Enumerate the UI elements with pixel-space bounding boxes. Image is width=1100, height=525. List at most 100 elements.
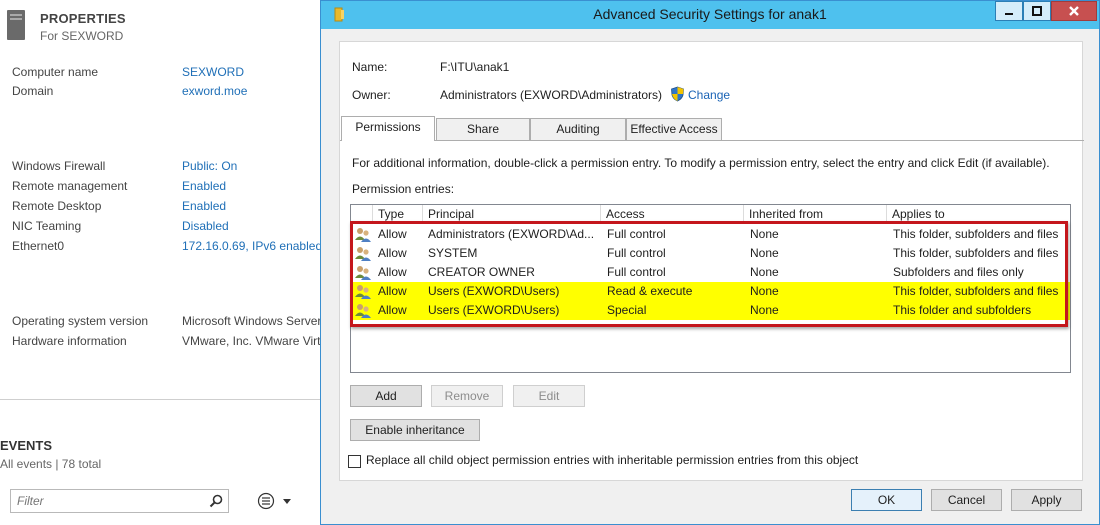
entry-applies-to: This folder, subfolders and files	[893, 227, 1059, 241]
entry-access: Special	[607, 303, 647, 317]
cancel-button[interactable]: Cancel	[931, 489, 1002, 511]
title-bar[interactable]: Advanced Security Settings for anak1	[321, 1, 1099, 29]
users-icon	[355, 228, 371, 242]
entry-access: Full control	[607, 265, 666, 279]
advanced-security-dialog: Advanced Security Settings for anak1 Nam…	[320, 0, 1100, 525]
dialog-title: Advanced Security Settings for anak1	[593, 6, 827, 22]
column-header-type[interactable]: Type	[373, 205, 423, 224]
edit-button[interactable]: Edit	[513, 385, 585, 407]
prop-key: NIC Teaming	[12, 219, 82, 233]
name-label: Name:	[352, 60, 388, 74]
column-header-icon	[351, 205, 373, 224]
entry-inherited-from: None	[750, 284, 779, 298]
prop-value-link[interactable]: Enabled	[182, 199, 226, 213]
close-icon	[1069, 6, 1079, 16]
tab-effective-access[interactable]: Effective Access	[626, 118, 722, 140]
prop-value-link[interactable]: 172.16.0.69, IPv6 enabled	[182, 239, 322, 253]
add-button[interactable]: Add	[350, 385, 422, 407]
column-header-applies-to[interactable]: Applies to	[887, 205, 1070, 224]
filter-input[interactable]	[11, 490, 201, 512]
entry-type: Allow	[378, 227, 407, 241]
entry-type: Allow	[378, 303, 407, 317]
apply-button[interactable]: Apply	[1011, 489, 1082, 511]
info-text: For additional information, double-click…	[352, 156, 1050, 170]
prop-value-link[interactable]: SEXWORD	[182, 65, 244, 79]
permission-entry-row-highlighted[interactable]: Allow Users (EXWORD\Users) Read & execut…	[351, 282, 1070, 301]
tab-share[interactable]: Share	[436, 118, 530, 140]
permission-entry-row-highlighted[interactable]: Allow Users (EXWORD\Users) Special None …	[351, 301, 1070, 320]
owner-label: Owner:	[352, 88, 391, 102]
tab-bar: Permissions Share Auditing Effective Acc…	[340, 116, 1084, 141]
server-icon	[7, 10, 25, 40]
prop-value: VMware, Inc. VMware Virtu	[182, 334, 328, 348]
permission-entry-row[interactable]: Allow Administrators (EXWORD\Ad... Full …	[351, 225, 1070, 244]
list-header: Type Principal Access Inherited from App…	[351, 205, 1070, 224]
prop-key: Windows Firewall	[12, 159, 106, 173]
prop-value-link[interactable]: Public: On	[182, 159, 237, 173]
prop-row: NIC Teaming Disabled	[12, 219, 332, 237]
replace-child-permissions-label: Replace all child object permission entr…	[366, 453, 859, 467]
prop-value-link[interactable]: Disabled	[182, 219, 229, 233]
events-title: EVENTS	[0, 438, 53, 453]
column-header-principal[interactable]: Principal	[423, 205, 601, 224]
entry-principal: Administrators (EXWORD\Ad...	[428, 227, 595, 241]
tab-permissions[interactable]: Permissions	[341, 116, 435, 141]
filter-field	[10, 489, 229, 513]
maximize-button[interactable]	[1023, 1, 1051, 21]
list-options-icon[interactable]	[257, 491, 297, 511]
entry-principal: SYSTEM	[428, 246, 478, 260]
entry-type: Allow	[378, 265, 407, 279]
entry-access: Full control	[607, 227, 666, 241]
entry-principal: Users (EXWORD\Users)	[428, 303, 560, 317]
close-button[interactable]	[1051, 1, 1097, 21]
prop-value: Microsoft Windows Server	[182, 314, 322, 328]
enable-inheritance-button[interactable]: Enable inheritance	[350, 419, 480, 441]
permission-entries-list[interactable]: Type Principal Access Inherited from App…	[350, 204, 1071, 373]
prop-row: Hardware information VMware, Inc. VMware…	[12, 334, 332, 352]
minimize-icon	[1005, 13, 1013, 15]
entry-applies-to: This folder, subfolders and files	[893, 246, 1059, 260]
users-icon	[355, 285, 371, 299]
entry-inherited-from: None	[750, 265, 779, 279]
prop-row: Ethernet0 172.16.0.69, IPv6 enabled	[12, 239, 332, 257]
prop-value-link[interactable]: exword.moe	[182, 84, 247, 98]
entry-principal: CREATOR OWNER	[428, 265, 535, 279]
permission-entry-row[interactable]: Allow SYSTEM Full control None This fold…	[351, 244, 1070, 263]
name-value: F:\ITU\anak1	[440, 60, 510, 74]
prop-row: Domain exword.moe	[12, 84, 332, 102]
minimize-button[interactable]	[995, 1, 1023, 21]
permission-entries-label: Permission entries:	[352, 182, 455, 196]
tab-auditing[interactable]: Auditing	[530, 118, 626, 140]
entry-access: Full control	[607, 246, 666, 260]
maximize-icon	[1032, 6, 1042, 16]
users-icon	[355, 304, 371, 318]
prop-key: Remote Desktop	[12, 199, 102, 213]
prop-key: Operating system version	[12, 314, 149, 328]
prop-key: Ethernet0	[12, 239, 65, 253]
entry-applies-to: Subfolders and files only	[893, 265, 1024, 279]
prop-row: Remote management Enabled	[12, 179, 332, 197]
column-header-inherited-from[interactable]: Inherited from	[744, 205, 887, 224]
users-icon	[355, 266, 371, 280]
permission-entry-row[interactable]: Allow CREATOR OWNER Full control None Su…	[351, 263, 1070, 282]
entry-type: Allow	[378, 284, 407, 298]
prop-row: Windows Firewall Public: On	[12, 159, 332, 177]
change-owner-link[interactable]: Change	[688, 88, 730, 102]
properties-panel: PROPERTIES For SEXWORD Computer name SEX…	[0, 0, 327, 400]
entry-inherited-from: None	[750, 303, 779, 317]
remove-button[interactable]: Remove	[431, 385, 503, 407]
ok-button[interactable]: OK	[851, 489, 922, 511]
prop-key: Remote management	[12, 179, 128, 193]
entry-applies-to: This folder, subfolders and files	[893, 284, 1059, 298]
properties-subtitle: For SEXWORD	[40, 29, 124, 43]
entry-access: Read & execute	[607, 284, 693, 298]
search-icon[interactable]	[209, 494, 223, 508]
properties-title: PROPERTIES	[40, 11, 126, 26]
dialog-content: Name: F:\ITU\anak1 Owner: Administrators…	[339, 41, 1084, 481]
column-header-access[interactable]: Access	[601, 205, 744, 224]
prop-row: Remote Desktop Enabled	[12, 199, 332, 217]
replace-child-permissions-checkbox[interactable]	[348, 455, 361, 468]
entry-type: Allow	[378, 246, 407, 260]
entry-applies-to: This folder and subfolders	[893, 303, 1032, 317]
prop-value-link[interactable]: Enabled	[182, 179, 226, 193]
